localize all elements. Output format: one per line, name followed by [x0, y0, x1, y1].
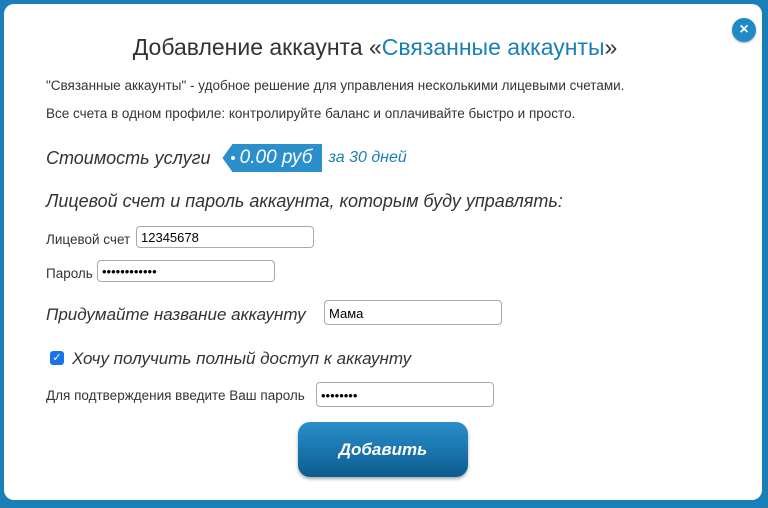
account-label: Лицевой счет — [46, 232, 131, 247]
full-access-checkbox[interactable]: ✓ — [50, 351, 64, 365]
confirm-password-input[interactable]: •••••••• — [316, 382, 494, 407]
add-account-dialog: × Добавление аккаунта «Связанные аккаунт… — [4, 4, 762, 500]
password-label: Пароль — [46, 266, 93, 281]
add-button[interactable]: Добавить — [298, 422, 468, 477]
dialog-title: Добавление аккаунта «Связанные аккаунты» — [4, 34, 746, 61]
account-name-input[interactable]: Мама — [324, 300, 502, 325]
password-input[interactable]: •••••••••••• — [97, 260, 275, 282]
price-value: 0.00 руб — [239, 147, 313, 168]
account-name-label: Придумайте название аккаунту — [46, 305, 306, 324]
account-input[interactable]: 12345678 — [136, 226, 314, 248]
price-label: Стоимость услуги — [46, 147, 211, 168]
description-line-1: "Связанные аккаунты" - удобное решение д… — [46, 78, 625, 93]
description-line-2: Все счета в одном профиле: контролируйте… — [46, 106, 576, 121]
price-row: Стоимость услуги 0.00 руб за 30 дней — [46, 144, 407, 172]
full-access-label[interactable]: Хочу получить полный доступ к аккаунту — [72, 349, 411, 369]
tag-hole-icon — [231, 156, 236, 160]
confirm-password-label: Для подтверждения введите Ваш пароль — [46, 388, 305, 403]
title-accent: Связанные аккаунты — [381, 34, 605, 60]
title-suffix: » — [604, 34, 618, 60]
section-heading: Лицевой счет и пароль аккаунта, которым … — [46, 191, 563, 211]
price-period: за 30 дней — [328, 149, 407, 166]
price-tag: 0.00 руб — [222, 144, 323, 172]
title-prefix: Добавление аккаунта « — [132, 34, 382, 60]
